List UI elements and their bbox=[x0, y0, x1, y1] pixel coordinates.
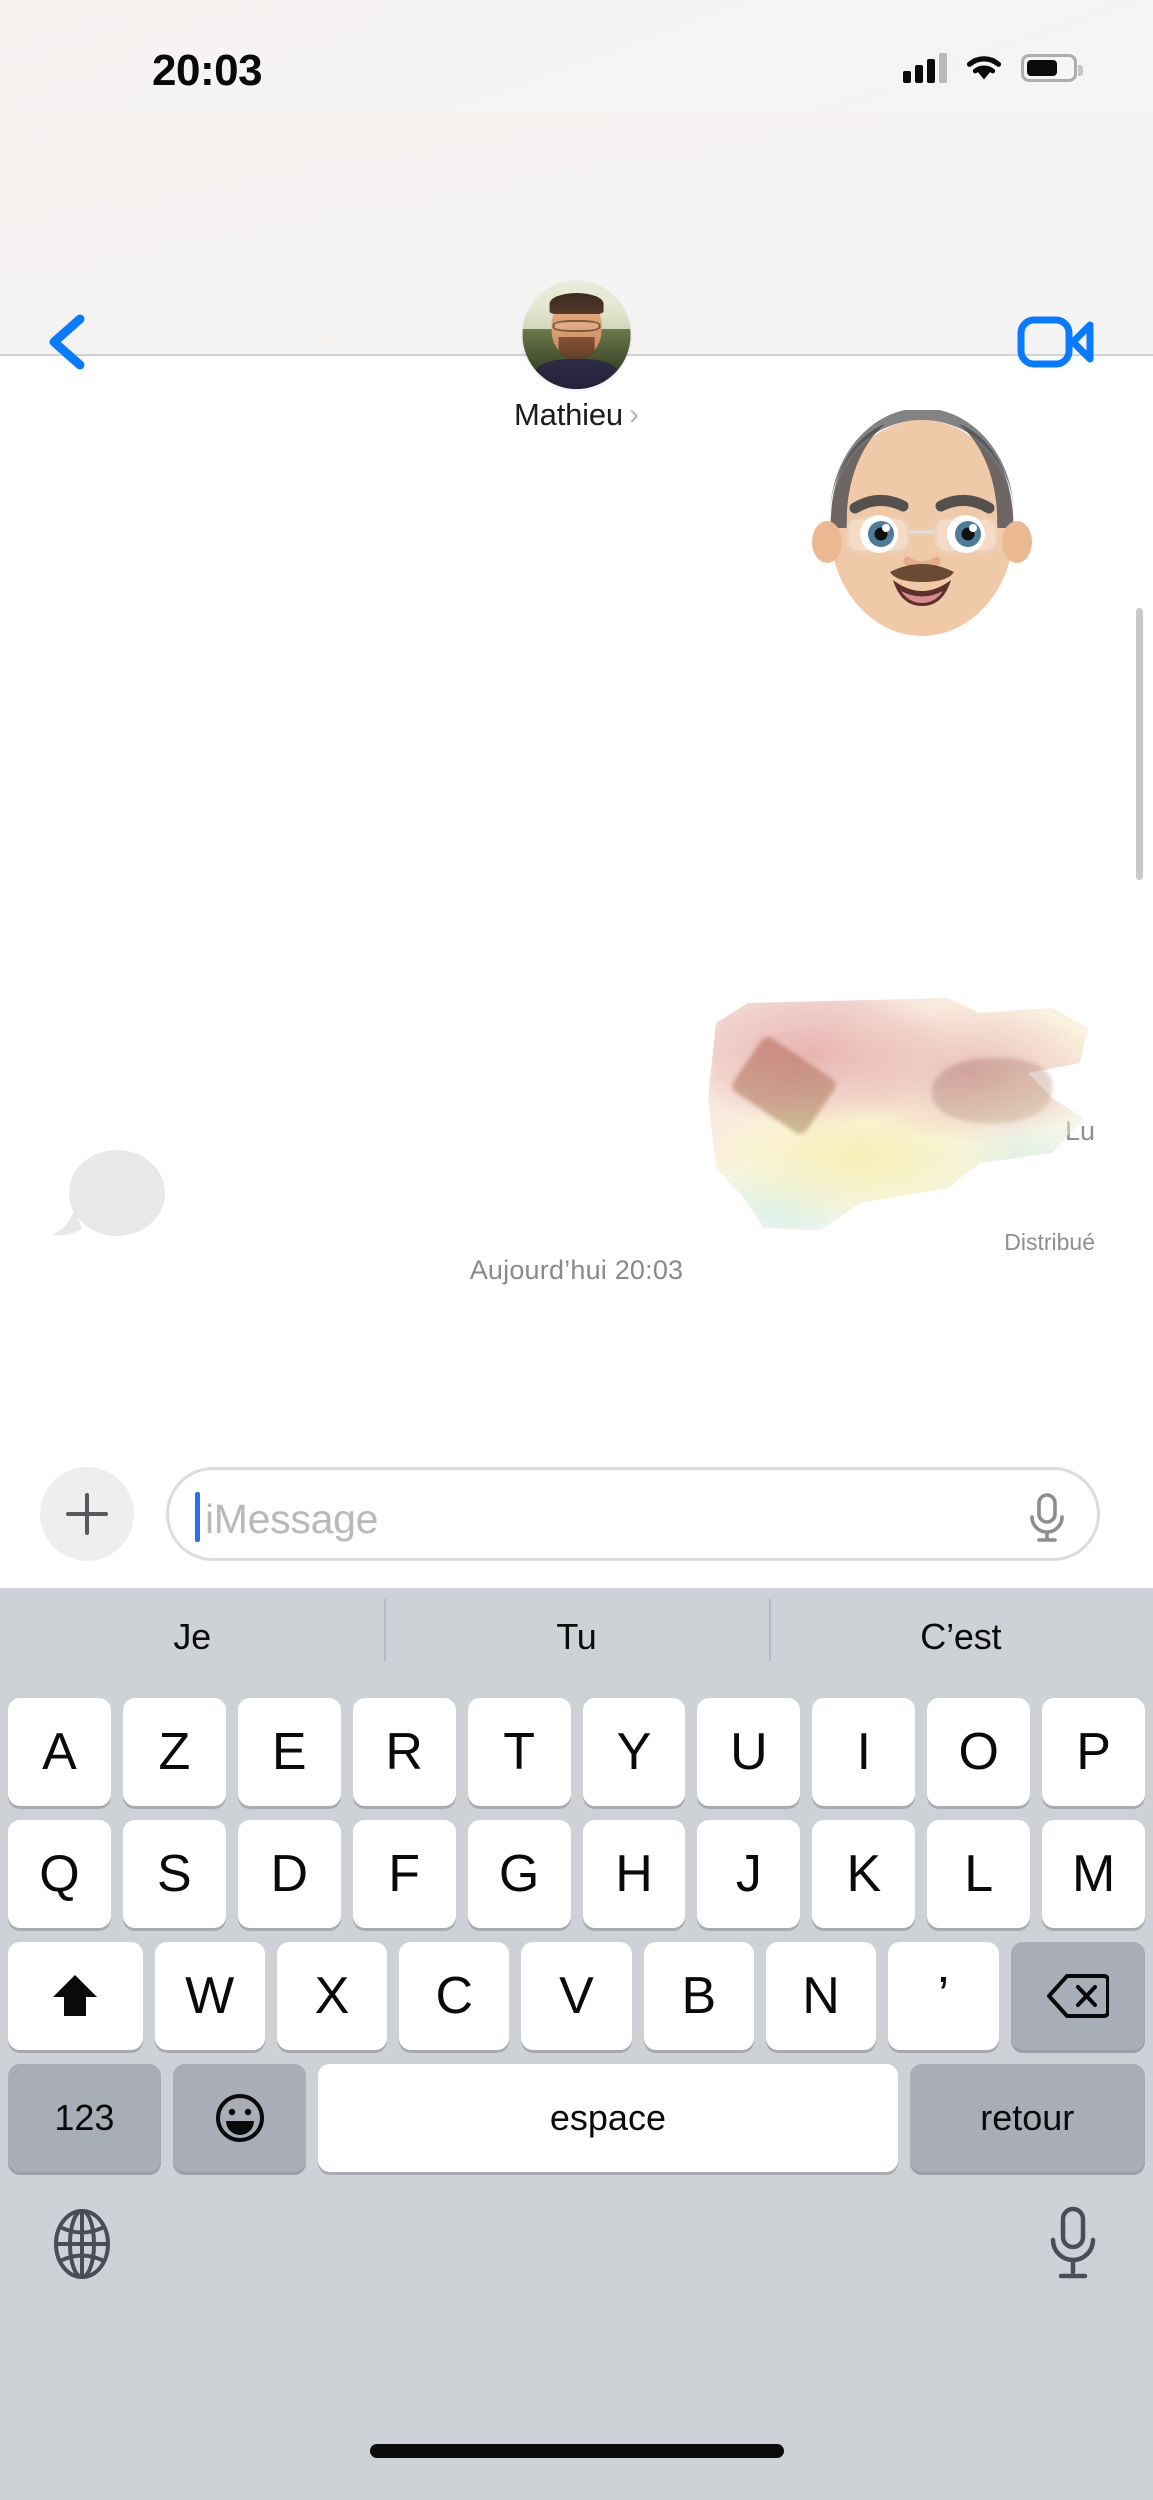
keyboard-row-3: W X C V B N ’ bbox=[0, 1942, 1153, 2050]
shift-arrow-icon bbox=[53, 1975, 98, 2016]
message-input-bar: iMessage bbox=[0, 1442, 1153, 1588]
key-p[interactable]: P bbox=[1042, 1698, 1146, 1806]
iphone-messages-screen: 20:03 Mathieu › Lu Aujourd’hui 20:03 Dis… bbox=[0, 0, 1153, 2500]
typing-bubble-shape bbox=[52, 1150, 165, 1236]
globe-icon[interactable] bbox=[46, 2208, 118, 2280]
contact-name-label: Mathieu bbox=[514, 397, 623, 432]
conversation-nav-bar: Mathieu › bbox=[0, 113, 1153, 432]
wifi-icon bbox=[966, 56, 1002, 80]
prediction-3[interactable]: C’est bbox=[768, 1598, 1153, 1661]
keyboard-row-4: 123 espace retour bbox=[0, 2064, 1153, 2172]
status-bar-indicators bbox=[903, 47, 1083, 89]
key-q[interactable]: Q bbox=[8, 1820, 111, 1928]
key-m[interactable]: M bbox=[1042, 1820, 1146, 1928]
back-button[interactable] bbox=[38, 311, 100, 373]
numeric-key[interactable]: 123 bbox=[8, 2064, 161, 2172]
backspace-key[interactable] bbox=[1010, 1942, 1146, 2050]
key-r[interactable]: R bbox=[352, 1698, 456, 1806]
key-e[interactable]: E bbox=[237, 1698, 341, 1806]
key-k[interactable]: K bbox=[812, 1820, 916, 1928]
backspace-icon bbox=[1046, 1974, 1109, 2018]
video-camera-icon bbox=[1017, 316, 1094, 368]
facetime-button[interactable] bbox=[1017, 313, 1095, 371]
prediction-2[interactable]: Tu bbox=[384, 1598, 768, 1661]
contact-header[interactable]: Mathieu › bbox=[514, 281, 639, 433]
key-i[interactable]: I bbox=[812, 1698, 916, 1806]
key-z[interactable]: Z bbox=[122, 1698, 226, 1806]
key-s[interactable]: S bbox=[122, 1820, 226, 1928]
key-y[interactable]: Y bbox=[582, 1698, 686, 1806]
key-w[interactable]: W bbox=[154, 1942, 265, 2050]
emoji-key[interactable] bbox=[172, 2064, 307, 2172]
message-thread[interactable]: Lu Aujourd’hui 20:03 Distribué bbox=[0, 356, 1153, 1550]
prediction-1[interactable]: Je bbox=[0, 1616, 384, 1658]
space-key[interactable]: espace bbox=[318, 2064, 898, 2172]
emoji-smiley-icon bbox=[215, 2094, 264, 2142]
key-f[interactable]: F bbox=[352, 1820, 456, 1928]
battery-icon bbox=[1021, 54, 1083, 82]
dictation-microphone-icon[interactable] bbox=[1045, 2206, 1101, 2282]
key-h[interactable]: H bbox=[582, 1820, 686, 1928]
text-caret bbox=[195, 1492, 200, 1542]
key-o[interactable]: O bbox=[927, 1698, 1031, 1806]
key-u[interactable]: U bbox=[697, 1698, 801, 1806]
memoji-sticker-bald-man-glasses[interactable] bbox=[807, 410, 1037, 645]
key-t[interactable]: T bbox=[467, 1698, 571, 1806]
status-bar: 20:03 bbox=[0, 0, 1153, 113]
return-key[interactable]: retour bbox=[909, 2064, 1145, 2172]
key-apostrophe[interactable]: ’ bbox=[888, 1942, 999, 2050]
key-c[interactable]: C bbox=[399, 1942, 510, 2050]
key-a[interactable]: A bbox=[8, 1698, 111, 1806]
key-b[interactable]: B bbox=[643, 1942, 754, 2050]
back-chevron-icon bbox=[49, 314, 85, 370]
keyboard-row-1: A Z E R T Y U I O P bbox=[0, 1698, 1153, 1806]
contact-name-row[interactable]: Mathieu › bbox=[514, 397, 639, 433]
message-input-field[interactable]: iMessage bbox=[166, 1467, 1100, 1561]
chevron-right-icon: › bbox=[628, 398, 639, 431]
software-keyboard: Je Tu C’est A Z E R T Y U I O P Q S D F … bbox=[0, 1588, 1153, 2500]
add-attachment-button[interactable] bbox=[40, 1467, 134, 1561]
contact-avatar-photo[interactable] bbox=[522, 281, 631, 389]
shift-key[interactable] bbox=[8, 1942, 143, 2050]
predictive-text-bar: Je Tu C’est bbox=[0, 1588, 1153, 1685]
microphone-icon[interactable] bbox=[1023, 1492, 1071, 1544]
signal-bars-icon bbox=[903, 53, 947, 83]
key-d[interactable]: D bbox=[237, 1820, 341, 1928]
typing-indicator-bubble bbox=[48, 1149, 168, 1237]
delivery-status-label: Distribué bbox=[1004, 1229, 1095, 1255]
keyboard-row-2: Q S D F G H J K L M bbox=[0, 1820, 1153, 1928]
key-v[interactable]: V bbox=[521, 1942, 632, 2050]
key-g[interactable]: G bbox=[467, 1820, 571, 1928]
key-x[interactable]: X bbox=[276, 1942, 388, 2050]
home-indicator-bar bbox=[369, 2444, 784, 2458]
key-n[interactable]: N bbox=[765, 1942, 877, 2050]
status-bar-clock: 20:03 bbox=[152, 46, 263, 95]
date-divider-label: Aujourd’hui 20:03 bbox=[469, 1255, 684, 1285]
key-l[interactable]: L bbox=[927, 1820, 1031, 1928]
message-placeholder: iMessage bbox=[205, 1496, 379, 1542]
faded-cat-photo-sticker[interactable] bbox=[700, 988, 1100, 1238]
vertical-scrollbar[interactable] bbox=[1136, 608, 1143, 880]
key-j[interactable]: J bbox=[697, 1820, 801, 1928]
